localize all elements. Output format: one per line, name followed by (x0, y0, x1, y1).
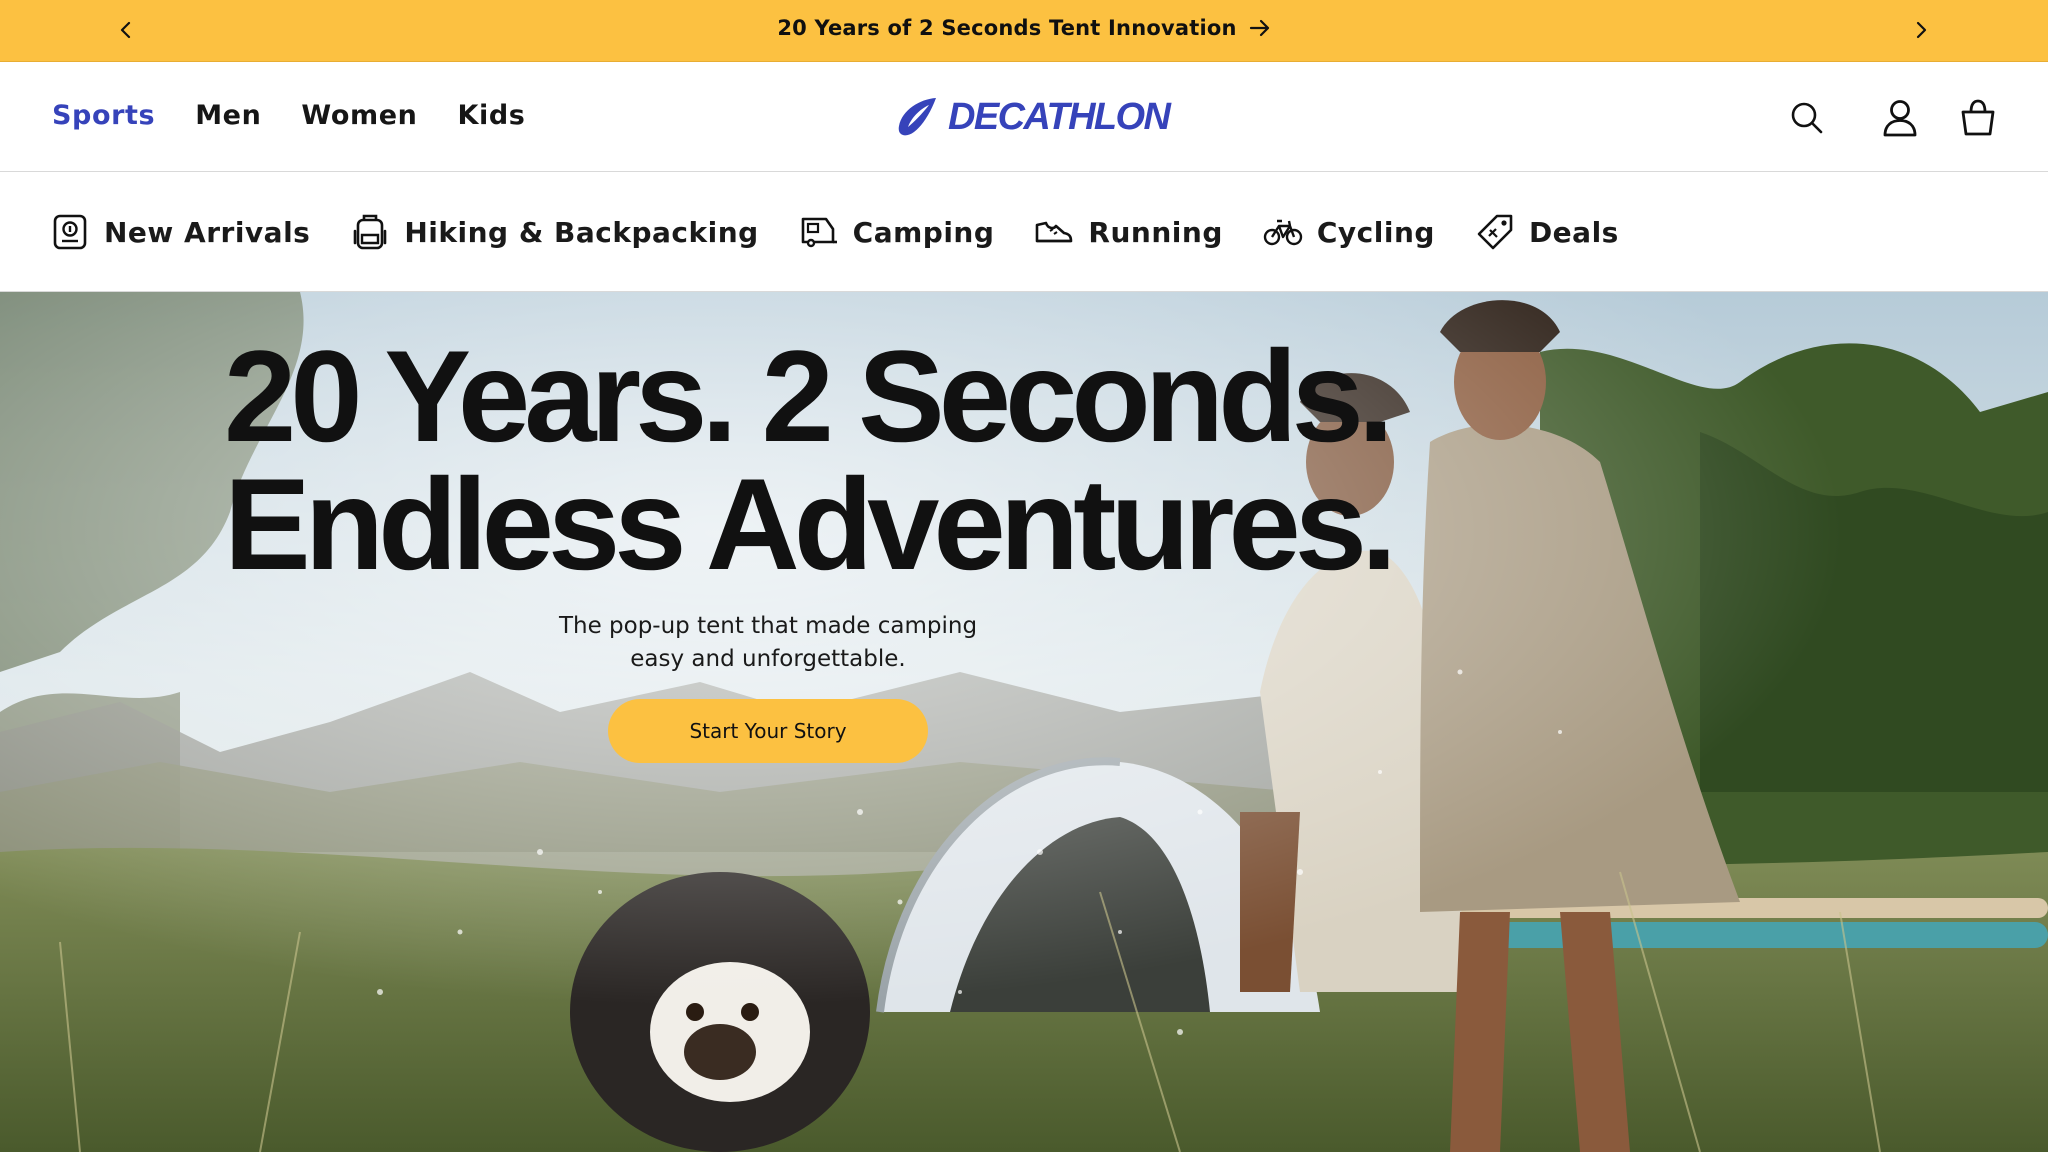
hero-banner[interactable]: 20 Years. 2 Seconds. Endless Adventures.… (0, 292, 2048, 1152)
hero-title-line-2: Endless Adventures. (224, 451, 1397, 597)
account-button[interactable] (1876, 94, 1924, 142)
nav-women[interactable]: Women (301, 100, 417, 131)
account-icon (1883, 100, 1917, 137)
category-bar: New Arrivals Hiking & Backpacking Campin… (0, 172, 2048, 292)
search-button[interactable] (1783, 94, 1831, 142)
site-header: Sports Men Women Kids DECATHLON (0, 62, 2048, 172)
price-tag-icon (1477, 214, 1513, 250)
arrow-right-icon (1249, 19, 1269, 37)
new-tag-icon (53, 214, 87, 250)
hero-subtitle-line-2: easy and unforgettable. (630, 646, 906, 672)
category-running[interactable]: Running (1034, 212, 1222, 252)
category-label: Running (1088, 215, 1223, 249)
category-camping[interactable]: Camping (799, 212, 995, 252)
announcement-bar: 20 Years of 2 Seconds Tent Innovation (0, 0, 2048, 62)
category-label: Cycling (1316, 215, 1435, 249)
nav-kids[interactable]: Kids (457, 100, 525, 131)
start-your-story-button[interactable]: Start Your Story (608, 699, 928, 763)
category-hiking-backpacking[interactable]: Hiking & Backpacking (350, 212, 758, 252)
hero-subtitle: The pop-up tent that made camping easy a… (518, 610, 1018, 676)
hero-title: 20 Years. 2 Seconds. Endless Adventures. (224, 323, 1397, 597)
category-label: Hiking & Backpacking (404, 215, 759, 249)
decathlon-logo[interactable]: DECATHLON (896, 95, 1171, 139)
logo-text: DECATHLON (948, 95, 1171, 138)
cart-button[interactable] (1954, 94, 2002, 142)
backpack-icon (354, 214, 387, 250)
category-new-arrivals[interactable]: New Arrivals (50, 212, 310, 252)
camper-icon (801, 217, 837, 248)
category-cycling[interactable]: Cycling (1263, 212, 1435, 252)
category-label: Deals (1528, 215, 1619, 249)
category-label: Camping (852, 215, 995, 249)
hero-title-line-1: 20 Years. 2 Seconds. (224, 323, 1394, 469)
shopping-bag-icon (1961, 99, 1995, 136)
logo-mark-icon (898, 98, 936, 136)
nav-men[interactable]: Men (195, 100, 261, 131)
hero-subtitle-line-1: The pop-up tent that made camping (558, 613, 978, 639)
bicycle-icon (1263, 219, 1303, 246)
announcement-link[interactable]: 20 Years of 2 Seconds Tent Innovation (0, 13, 2048, 43)
announcement-text[interactable]: 20 Years of 2 Seconds Tent Innovation (777, 16, 1236, 40)
main-nav: Sports Men Women Kids (52, 100, 525, 131)
chevron-right-icon (1916, 21, 1927, 39)
announcement-next-button[interactable] (1904, 13, 1938, 47)
search-icon (1791, 102, 1823, 134)
shoe-icon (1036, 221, 1073, 243)
nav-sports[interactable]: Sports (52, 100, 155, 131)
category-label: New Arrivals (104, 215, 311, 249)
category-deals[interactable]: Deals (1475, 212, 1619, 252)
